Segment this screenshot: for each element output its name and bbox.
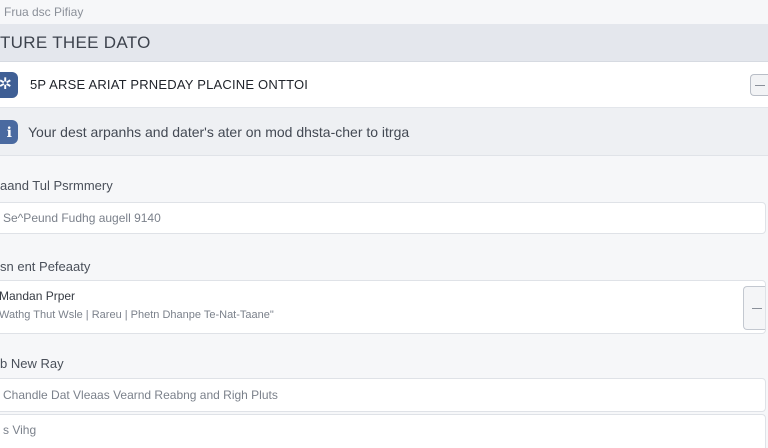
settings-page: Frua dsc Pifiay TURE THEE DATO ✲ 5P ARSE… (0, 0, 768, 448)
primary-input[interactable]: Se^Peund Fudhg augell 9140 (0, 202, 766, 234)
asterisk-icon: ✲ (0, 72, 18, 98)
select-dropdown-button[interactable] (743, 286, 765, 330)
select-title: Mandan Prper (0, 289, 76, 303)
collapse-toggle-button[interactable] (750, 74, 768, 96)
info-icon: ℹ (0, 120, 18, 144)
field-label-secondary: sn ent Pefeaaty (0, 259, 90, 274)
section-header: TURE THEE DATO (0, 24, 768, 62)
breadcrumb[interactable]: Frua dsc Pifiay (0, 0, 768, 24)
info-text: Your dest arpanhs and dater's ater on mo… (28, 124, 410, 140)
secondary-select[interactable]: Mandan Prper Wathg Thut Wsle | Rareu | P… (0, 280, 766, 334)
tertiary-input[interactable]: Chandle Dat Vleaas Vearnd Reabng and Rig… (0, 378, 766, 412)
select-value: Wathg Thut Wsle | Rareu | Phetn Dhanpe T… (0, 309, 274, 321)
info-banner: ℹ Your dest arpanhs and dater's ater on … (0, 108, 768, 156)
settings-item-row[interactable]: ✲ 5P ARSE ARIAT PRNEDAY PLACINE ONTTOI (0, 62, 768, 108)
settings-item-label: 5P ARSE ARIAT PRNEDAY PLACINE ONTTOI (30, 77, 309, 92)
field-label-primary: aand Tul Psrmmery (0, 178, 113, 193)
field-label-tertiary: b New Ray (0, 356, 64, 371)
field-label-secondary-text: sn ent Pefeaaty (0, 259, 91, 274)
footer-input[interactable]: s Vihg (0, 414, 766, 448)
